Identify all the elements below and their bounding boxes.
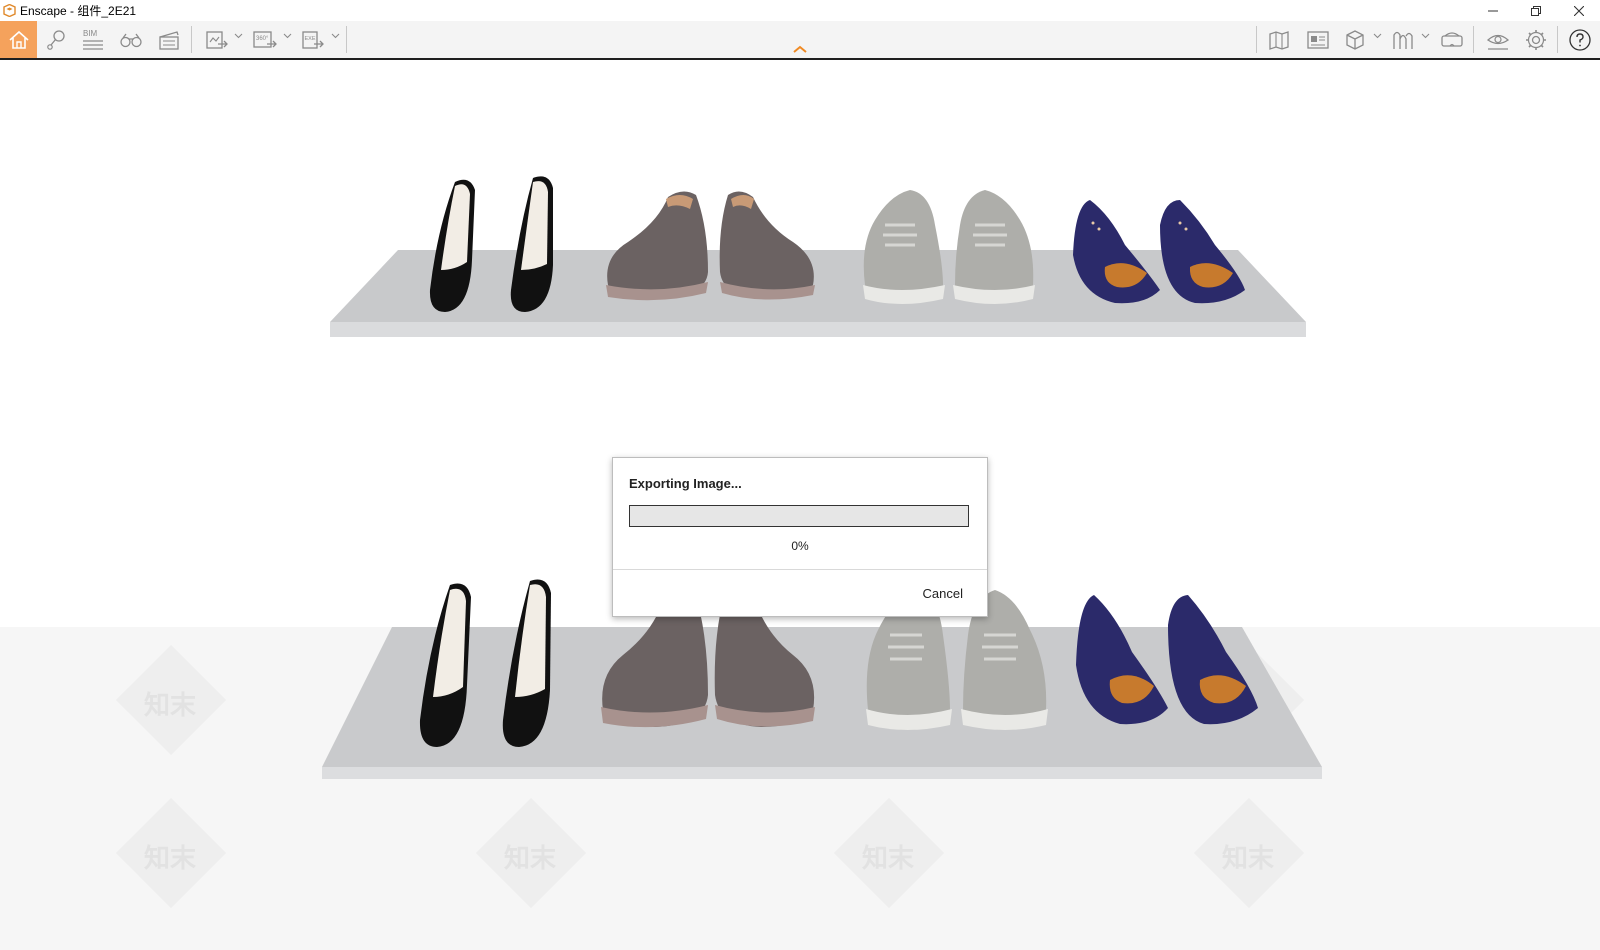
enscape-logo-icon: [3, 4, 16, 17]
export-progress-bar: [629, 505, 969, 527]
bim-label: BIM: [83, 29, 98, 38]
bim-button[interactable]: BIM: [78, 21, 108, 58]
chevron-down-icon[interactable]: [283, 31, 292, 40]
cube-view-icon: [1346, 29, 1364, 50]
views-button[interactable]: [42, 21, 72, 58]
toolbar-separator: [346, 26, 347, 53]
help-button[interactable]: [1565, 21, 1595, 58]
home-button[interactable]: [0, 21, 37, 58]
black-pump-pair: [429, 176, 553, 312]
watermark-text: 知末: [144, 843, 197, 873]
home-icon: [8, 30, 29, 49]
navy-flat-pair: [1073, 200, 1245, 304]
chevron-down-icon[interactable]: [1373, 31, 1382, 40]
binoculars-icon: [120, 33, 142, 47]
export-progress-dialog: Exporting Image... 0% Cancel: [612, 457, 988, 617]
dialog-title: Exporting Image...: [629, 476, 742, 491]
toolbar-separator: [1473, 26, 1474, 53]
help-icon: [1569, 28, 1591, 51]
map-icon: [1269, 30, 1289, 50]
asset-library-icon: [1307, 30, 1329, 49]
window-controls: [1471, 0, 1600, 21]
toolbar-separator: [1557, 26, 1558, 53]
watermark-text: 知末: [144, 690, 197, 720]
exe-label: EXE: [305, 36, 316, 42]
chevron-down-icon[interactable]: [1421, 31, 1430, 40]
bim-icon: BIM: [83, 29, 103, 50]
close-button[interactable]: [1557, 0, 1600, 21]
panorama-export-icon: 360°: [253, 30, 277, 48]
visual-settings-icon: [1486, 34, 1510, 50]
video360-label: 360°: [256, 36, 269, 42]
material-editor-icon: [1393, 31, 1413, 49]
material-editor-button[interactable]: [1388, 21, 1418, 58]
black-pump-pair: [419, 579, 551, 747]
gray-slip-on-pair: [606, 191, 815, 301]
chevron-up-icon[interactable]: [792, 44, 808, 54]
exe-export-button[interactable]: EXE: [298, 21, 328, 58]
watermark-text: 知末: [862, 843, 915, 873]
restore-icon: [1530, 5, 1541, 16]
minimize-button[interactable]: [1471, 0, 1514, 21]
screenshot-export-icon: [206, 30, 228, 49]
settings-button[interactable]: [1521, 21, 1551, 58]
dialog-divider: [613, 569, 987, 570]
main-toolbar: BIM 360° EXE: [0, 21, 1600, 60]
toolbar-separator: [191, 26, 192, 53]
vr-headset-button[interactable]: [1437, 21, 1467, 58]
toolbar-separator: [1256, 26, 1257, 53]
close-icon: [1573, 5, 1584, 16]
progress-percent: 0%: [791, 539, 809, 553]
navy-flat-pair: [1076, 595, 1258, 725]
cube-view-button[interactable]: [1340, 21, 1370, 58]
window-title: Enscape - 组件_2E21: [20, 4, 137, 18]
exe-export-icon: EXE: [302, 30, 324, 49]
chevron-down-icon[interactable]: [331, 31, 340, 40]
watermark-text: 知末: [504, 843, 557, 873]
minimize-icon: [1487, 10, 1498, 11]
visual-settings-button[interactable]: [1483, 21, 1513, 58]
silver-sneaker-pair: [863, 190, 1035, 304]
location-icon: [47, 29, 65, 50]
chevron-down-icon[interactable]: [234, 31, 243, 40]
walk-mode-button[interactable]: [116, 21, 146, 58]
map-button[interactable]: [1265, 21, 1295, 58]
vr-headset-icon: [1441, 31, 1463, 47]
settings-icon: [1526, 29, 1546, 50]
cancel-button[interactable]: Cancel: [923, 586, 963, 601]
title-bar: Enscape - 组件_2E21: [0, 0, 1600, 21]
clapperboard-icon: [159, 30, 179, 50]
panorama-export-button[interactable]: 360°: [250, 21, 280, 58]
render-viewport[interactable]: 知末 知末 知末 知末 知末 Exporting Image... 0% Can…: [0, 60, 1600, 950]
asset-library-button[interactable]: [1303, 21, 1333, 58]
restore-button[interactable]: [1514, 0, 1557, 21]
video-editor-button[interactable]: [154, 21, 184, 58]
screenshot-export-button[interactable]: [202, 21, 232, 58]
watermark-text: 知末: [1222, 843, 1275, 873]
